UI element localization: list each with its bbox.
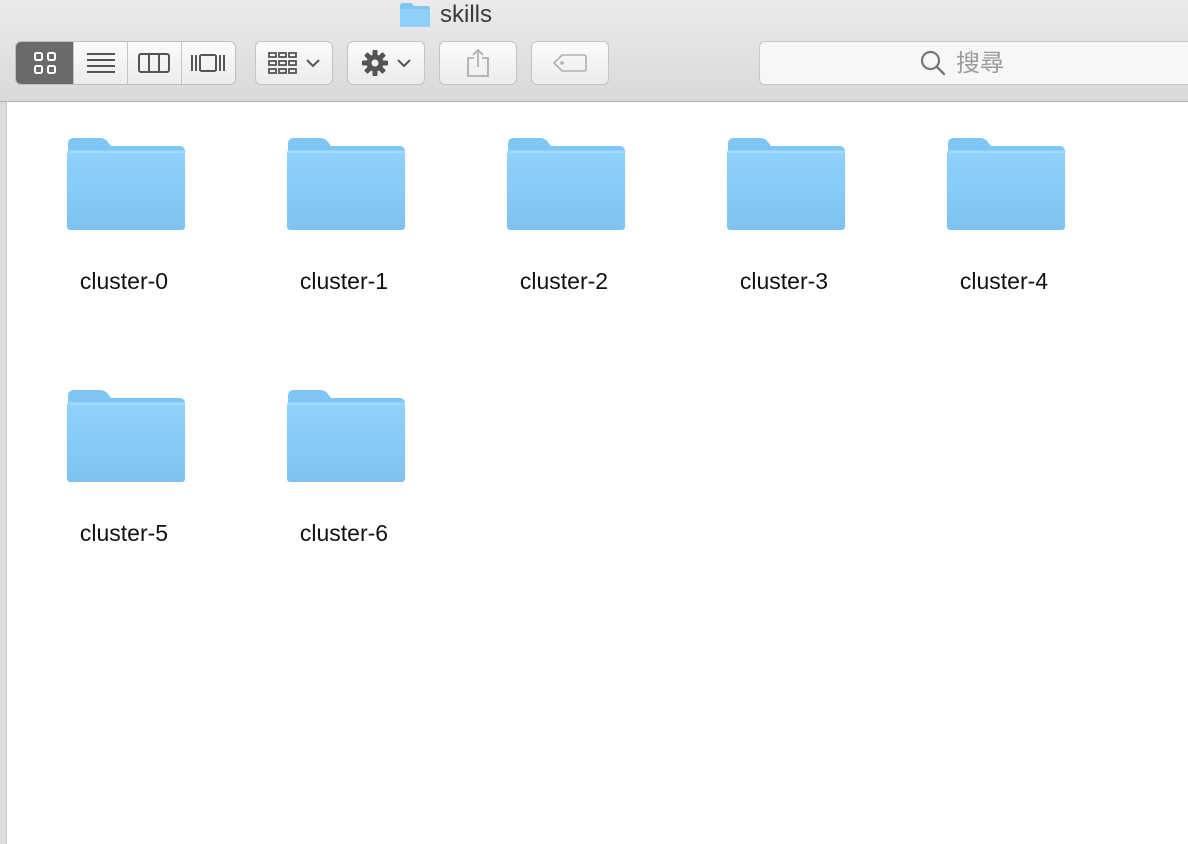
column-view-button[interactable] [126, 42, 181, 84]
folder-item-cluster-2[interactable]: cluster-2 [454, 108, 654, 308]
icon-view-button[interactable] [16, 42, 74, 84]
search-input[interactable] [954, 48, 1158, 78]
folder-item-cluster-1[interactable]: cluster-1 [234, 108, 434, 308]
action-button[interactable] [347, 41, 425, 85]
share-icon [467, 48, 489, 77]
folder-name: cluster-0 [79, 268, 169, 294]
folder-icon [506, 137, 626, 231]
share-button[interactable] [439, 41, 517, 85]
tag-icon [553, 54, 587, 72]
column-view-icon [138, 53, 171, 73]
gear-icon [362, 50, 388, 76]
folder-icon [286, 389, 406, 483]
search-field[interactable] [759, 41, 1188, 85]
folder-name: cluster-2 [519, 268, 609, 294]
edit-tags-button[interactable] [531, 41, 609, 85]
sidebar-edge[interactable] [0, 102, 7, 844]
cover-flow-view-button[interactable] [180, 42, 235, 84]
folder-item-cluster-0[interactable]: cluster-0 [14, 108, 214, 308]
folder-icon [946, 137, 1066, 231]
chevron-down-icon [306, 59, 320, 68]
folder-item-cluster-6[interactable]: cluster-6 [234, 360, 434, 560]
list-view-icon [86, 53, 115, 73]
folder-name: cluster-5 [79, 520, 169, 546]
arrange-button[interactable] [255, 41, 333, 85]
folder-name: cluster-6 [299, 520, 389, 546]
folder-icon [66, 389, 186, 483]
cover-flow-view-icon [191, 54, 226, 72]
search-icon [920, 50, 946, 76]
folder-item-cluster-4[interactable]: cluster-4 [894, 108, 1094, 308]
window-title: skills [399, 0, 492, 30]
folder-name: cluster-1 [299, 268, 389, 294]
folder-name: cluster-4 [959, 268, 1049, 294]
folder-icon [400, 3, 430, 27]
folder-icon [726, 137, 846, 231]
toolbar: skills [0, 0, 1188, 102]
folder-item-cluster-3[interactable]: cluster-3 [674, 108, 874, 308]
chevron-down-icon [397, 59, 411, 68]
list-view-button[interactable] [73, 42, 127, 84]
arrange-icon [268, 52, 297, 74]
folder-icon [286, 137, 406, 231]
folder-name: cluster-3 [739, 268, 829, 294]
icon-view-icon [33, 52, 56, 74]
file-grid: cluster-0 cluster-1 cluster-2 cluster-3 … [7, 102, 1188, 844]
folder-icon [66, 137, 186, 231]
folder-item-cluster-5[interactable]: cluster-5 [14, 360, 214, 560]
window-title-text: skills [440, 1, 492, 28]
view-mode-control [15, 41, 236, 85]
